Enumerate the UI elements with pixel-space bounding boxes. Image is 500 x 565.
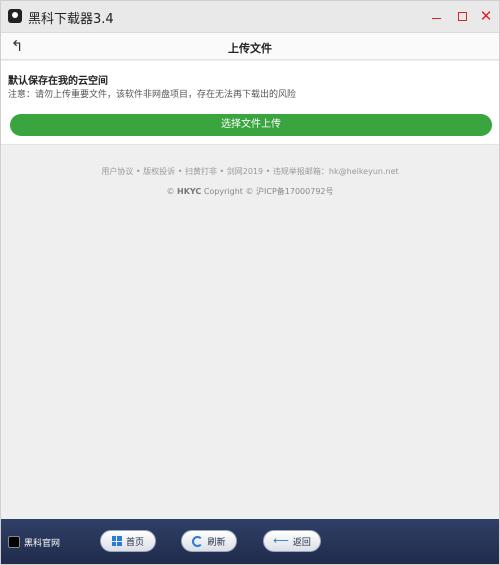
back-label: 返回 — [292, 537, 311, 548]
upload-warning: 注意：请勿上传重要文件，该软件非网盘项目，存在无法再下载出的风险 — [8, 90, 297, 100]
close-icon: ✕ — [479, 7, 493, 25]
copyright-brand: HKYC — [177, 187, 202, 196]
page-title: 上传文件 — [228, 42, 272, 55]
back-button[interactable]: ⟵ 返回 — [263, 530, 321, 552]
copyright-symbol: © — [166, 187, 175, 196]
refresh-label: 刷新 — [207, 537, 226, 548]
app-window: 黑科下载器3.4 ✕ ↰ 上传文件 默认保存在我的云空间 注意：请勿上传重要文件… — [0, 0, 500, 565]
copyright-text: Copyright © 沪ICP备17000792号 — [203, 187, 334, 196]
site-logo-icon — [8, 536, 20, 548]
bottom-bar: 黑科官网 首页 刷新 ⟵ 返回 — [1, 519, 499, 564]
upload-panel: 默认保存在我的云空间 注意：请勿上传重要文件，该软件非网盘项目，存在无法再下载出… — [1, 61, 499, 145]
refresh-icon — [192, 535, 204, 547]
footer-links: 用户协议 • 版权投诉 • 扫黄打非 • 剑网2019 • 违规举报邮箱：hk@… — [101, 167, 399, 176]
minimize-button[interactable] — [426, 7, 446, 25]
home-label: 首页 — [125, 537, 144, 548]
page-header: ↰ 上传文件 — [1, 33, 499, 60]
select-file-upload-button[interactable]: 选择文件上传 — [10, 114, 492, 136]
home-button[interactable]: 首页 — [100, 530, 156, 552]
title-bar: 黑科下载器3.4 ✕ — [1, 1, 499, 33]
app-logo-icon — [8, 9, 22, 23]
copyright: © HKYC Copyright © 沪ICP备17000792号 — [1, 186, 499, 197]
back-icon: ⟵ — [273, 534, 289, 547]
maximize-button[interactable] — [452, 7, 472, 25]
official-site-link[interactable]: 黑科官网 — [24, 536, 60, 549]
refresh-button[interactable]: 刷新 — [181, 530, 237, 552]
minimize-icon — [431, 18, 441, 19]
panel-title: 默认保存在我的云空间 — [8, 76, 108, 87]
home-grid-icon — [111, 536, 122, 546]
close-button[interactable]: ✕ — [476, 7, 496, 25]
maximize-icon — [457, 11, 467, 21]
window-title: 黑科下载器3.4 — [28, 12, 114, 27]
